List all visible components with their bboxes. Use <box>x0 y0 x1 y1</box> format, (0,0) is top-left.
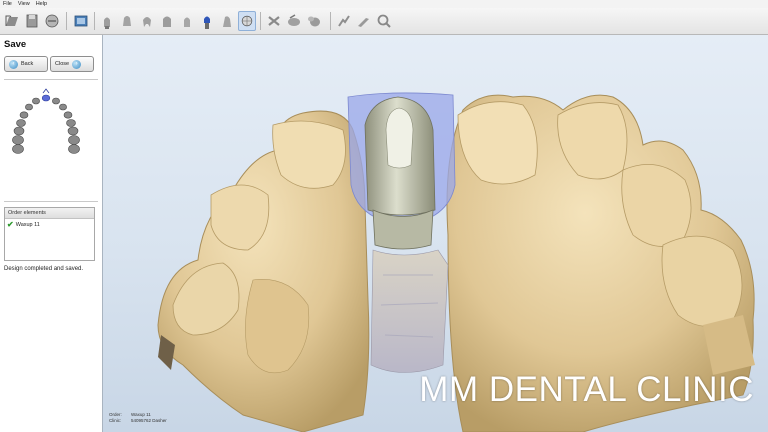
tooth-chart-tooth-selected[interactable] <box>41 94 51 102</box>
order-item-label: Waxup 11 <box>15 222 40 228</box>
toolbar-separator <box>330 12 331 30</box>
step-title: Save <box>4 39 27 50</box>
tooth-icon-4[interactable] <box>158 11 176 31</box>
close-button-label: Close <box>55 61 70 67</box>
smooth-icon[interactable] <box>285 11 303 31</box>
left-model <box>157 110 370 432</box>
zoom-icon[interactable] <box>375 11 393 31</box>
tooth-chart-tooth[interactable] <box>12 135 24 145</box>
tooth-chart-tooth[interactable] <box>12 144 24 154</box>
panel-divider <box>4 79 98 80</box>
tooth-icon-1[interactable] <box>98 11 116 31</box>
sculpt-icon[interactable] <box>265 11 283 31</box>
3d-viewport[interactable]: Order: Waxup 11 Clinic: 54095762 Dasher … <box>103 35 768 432</box>
tooth-chart-tooth[interactable] <box>19 111 29 119</box>
list-item[interactable]: ✔ Waxup 11 <box>5 219 94 231</box>
implant-abutment[interactable] <box>364 96 436 250</box>
tooth-chart-tooth[interactable] <box>25 103 33 111</box>
open-icon[interactable] <box>3 11 21 31</box>
tooth-chart-tooth[interactable] <box>67 126 79 136</box>
wizard-panel: Save ‹ Back Close › Order elements ✔ Wax… <box>0 35 103 432</box>
view-3d-icon[interactable] <box>238 11 256 31</box>
toolbar <box>0 8 768 35</box>
check-icon: ✔ <box>7 220 14 229</box>
clinic-info-label: Clinic: <box>109 418 122 423</box>
tooth-chart-tooth[interactable] <box>59 103 67 111</box>
order-elements-header: Order elements <box>5 208 94 219</box>
clinic-info-value: 54095762 Dasher <box>131 418 167 423</box>
tooth-chart-tooth[interactable] <box>68 144 80 154</box>
status-text: Design completed and saved. <box>4 266 84 272</box>
tooth-chart-tooth[interactable] <box>32 97 40 105</box>
toolbar-separator <box>260 12 261 30</box>
tooth-icon-3[interactable] <box>138 11 156 31</box>
menu-view[interactable]: View <box>18 1 30 7</box>
tooth-chart-tooth[interactable] <box>68 135 80 145</box>
implant-icon[interactable] <box>198 11 216 31</box>
knife-icon[interactable] <box>355 11 373 31</box>
save-file-icon[interactable] <box>23 11 41 31</box>
menu-file[interactable]: File <box>3 1 12 7</box>
morph-icon[interactable] <box>305 11 323 31</box>
back-button[interactable]: ‹ Back <box>4 56 48 72</box>
panel-divider <box>4 201 98 202</box>
render-icon[interactable] <box>72 11 90 31</box>
tooth-icon-2[interactable] <box>118 11 136 31</box>
menu-bar: File View Help <box>0 0 768 8</box>
toolbar-separator <box>94 12 95 30</box>
tooth-icon-6[interactable] <box>218 11 236 31</box>
scan-icon[interactable] <box>43 11 61 31</box>
tooth-chart-tooth[interactable] <box>52 97 60 105</box>
tooth-chart-tooth[interactable] <box>63 111 73 119</box>
menu-help[interactable]: Help <box>36 1 47 7</box>
watermark: MM DENTAL CLINIC <box>419 370 754 409</box>
back-button-label: Back <box>21 61 34 67</box>
tooth-chart-tooth[interactable] <box>66 119 76 127</box>
implant-analog <box>370 249 449 373</box>
close-arrow-icon: › <box>72 59 82 69</box>
wax-icon[interactable] <box>335 11 353 31</box>
tooth-chart[interactable] <box>6 87 96 197</box>
close-button[interactable]: Close › <box>50 56 94 72</box>
toolbar-separator <box>66 12 67 30</box>
back-arrow-icon: ‹ <box>9 59 18 69</box>
tooth-chart-tooth[interactable] <box>13 126 25 136</box>
order-info: Order: Waxup 11 Clinic: 54095762 Dasher <box>109 412 167 424</box>
tooth-icon-5[interactable] <box>178 11 196 31</box>
tooth-chart-tooth[interactable] <box>16 119 26 127</box>
selected-marker-icon <box>42 88 50 94</box>
order-elements-list: Order elements ✔ Waxup 11 <box>4 207 95 261</box>
